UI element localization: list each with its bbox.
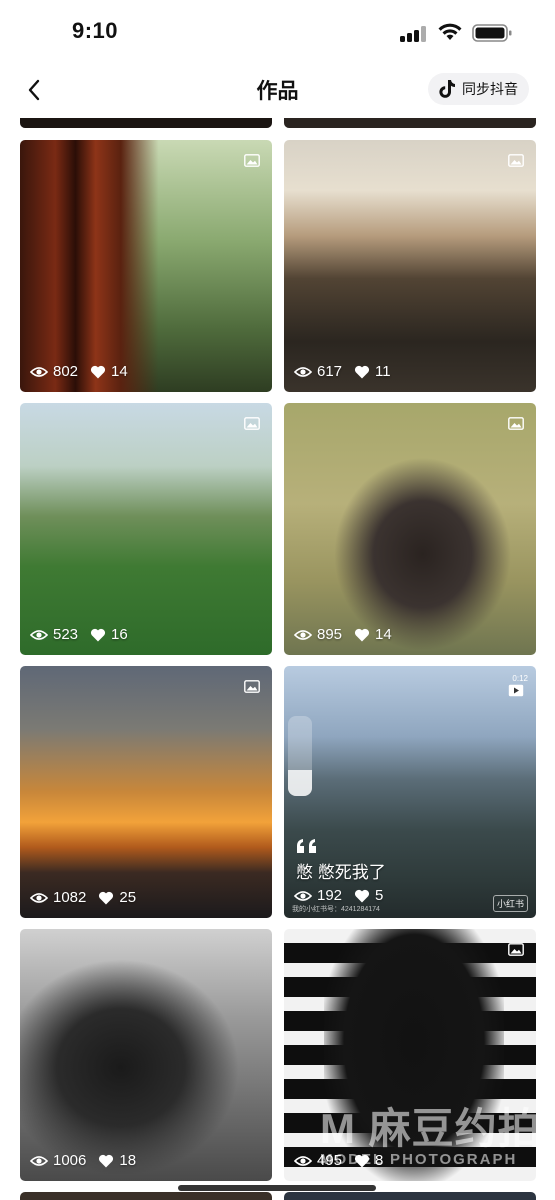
like-count: 18: [119, 1152, 137, 1169]
status-time: 9:10: [72, 18, 119, 43]
view-count: 1006: [53, 1152, 87, 1169]
video-post-tile[interactable]: 0:12 憋 憋死我了 192 5 我的小红书号：4241284174 小红书: [284, 666, 536, 918]
eye-icon: [30, 1155, 48, 1166]
image-icon: [508, 154, 524, 167]
heart-icon: [99, 891, 114, 904]
heart-icon: [354, 628, 370, 641]
view-count: 802: [53, 363, 79, 380]
post-tile[interactable]: 802 14: [20, 140, 272, 392]
like-count: 25: [119, 889, 137, 906]
post-stats: 523 16: [30, 626, 128, 643]
post-stats: 1082 25: [30, 889, 136, 906]
heart-icon: [90, 628, 106, 641]
home-indicator: [178, 1185, 376, 1191]
partial-tile[interactable]: [284, 118, 536, 128]
image-icon: [508, 943, 524, 956]
eye-icon: [294, 629, 312, 640]
eye-icon: [30, 629, 48, 640]
like-count: 5: [375, 887, 384, 904]
eye-icon: [294, 890, 312, 901]
partial-tile[interactable]: [20, 118, 272, 128]
source-id-text: 我的小红书号：4241284174: [292, 906, 380, 913]
post-caption: 憋 憋死我了: [296, 863, 386, 882]
battery-icon: [472, 24, 512, 42]
view-count: 523: [53, 626, 79, 643]
like-count: 11: [375, 363, 391, 380]
video-duration: 0:12: [512, 674, 528, 683]
heart-icon: [354, 365, 370, 378]
heart-icon: [90, 365, 106, 378]
status-bar: 9:10: [0, 0, 555, 62]
view-count: 1082: [53, 889, 87, 906]
video-icon: [508, 684, 524, 697]
like-count: 14: [375, 626, 392, 643]
cellular-signal-icon: [400, 26, 428, 42]
post-stats: 802 14: [30, 363, 128, 380]
eye-icon: [294, 1155, 312, 1166]
eye-icon: [294, 366, 312, 377]
post-stats: 617 11: [294, 363, 391, 380]
partial-tile[interactable]: [284, 1192, 536, 1200]
wifi-icon: [438, 23, 462, 40]
quote-icon: [297, 839, 316, 853]
partial-tile[interactable]: [20, 1192, 272, 1200]
eye-icon: [30, 366, 48, 377]
nav-bar: 作品 同步抖音: [0, 62, 555, 118]
image-icon: [508, 417, 524, 430]
image-icon: [244, 154, 260, 167]
studio-watermark: M 麻豆约拍 MODEL PHOTOGRAPH: [320, 1105, 541, 1168]
post-tile[interactable]: 1082 25: [20, 666, 272, 918]
post-stats: 192 5: [294, 887, 383, 904]
post-tile[interactable]: 617 11: [284, 140, 536, 392]
post-stats: 1006 18: [30, 1152, 136, 1169]
image-icon: [244, 417, 260, 430]
xiaohongshu-watermark: 小红书: [492, 895, 528, 912]
sync-douyin-button[interactable]: 同步抖音: [428, 73, 529, 105]
view-count: 895: [317, 626, 343, 643]
heart-icon: [99, 1154, 114, 1167]
post-tile[interactable]: 895 14: [284, 403, 536, 655]
volume-slider[interactable]: [288, 716, 312, 796]
heart-icon: [354, 889, 370, 902]
like-count: 16: [111, 626, 128, 643]
works-grid: 802 14 617 11 523 16 895 14 1082 25 0:12…: [0, 118, 555, 1200]
eye-icon: [30, 892, 48, 903]
post-tile[interactable]: 523 16: [20, 403, 272, 655]
image-icon: [244, 680, 260, 693]
view-count: 192: [317, 887, 343, 904]
post-stats: 895 14: [294, 626, 392, 643]
sync-label: 同步抖音: [462, 81, 518, 97]
post-tile[interactable]: 1006 18: [20, 929, 272, 1181]
like-count: 14: [111, 363, 128, 380]
tiktok-icon: [439, 80, 455, 98]
view-count: 617: [317, 363, 343, 380]
